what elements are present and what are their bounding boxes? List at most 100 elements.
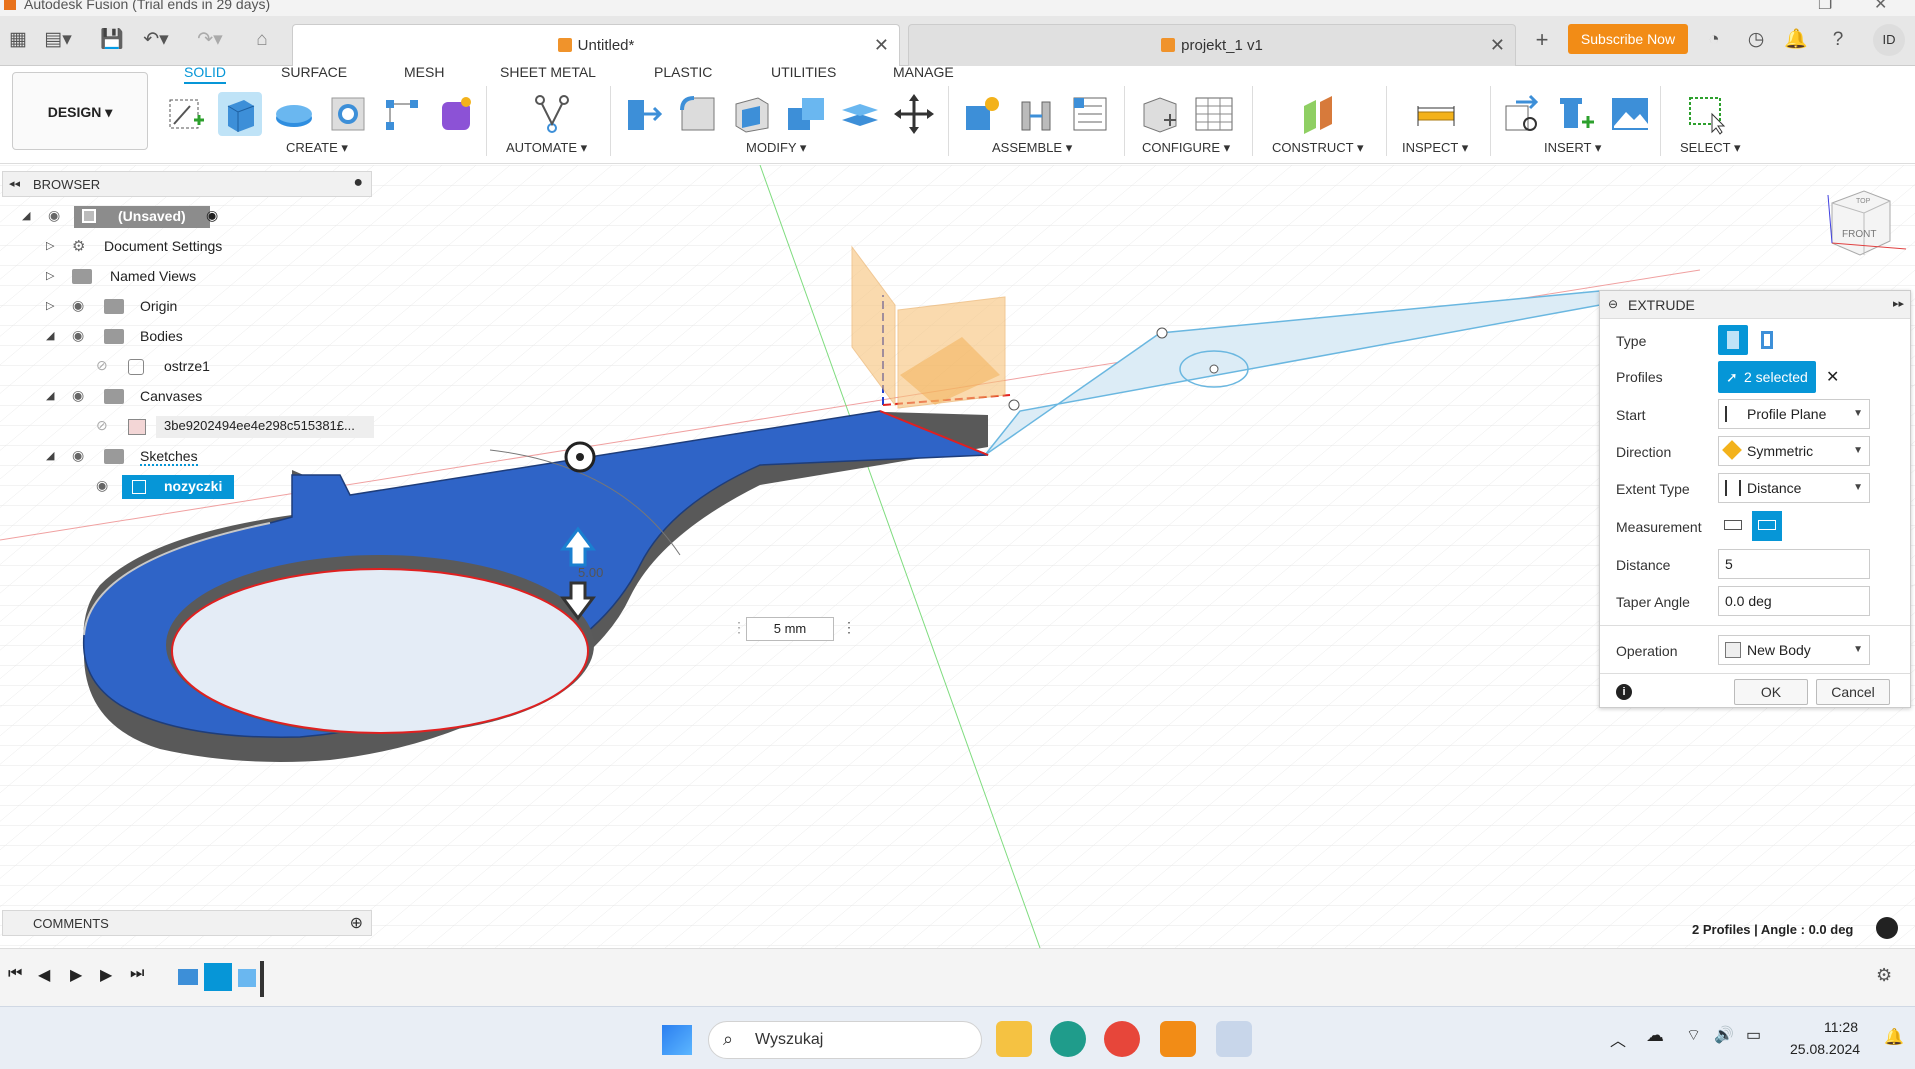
browser-header[interactable]: ◂◂ BROWSER ● [2, 171, 372, 197]
create-sketch-icon[interactable] [164, 92, 208, 136]
tab-untitled[interactable]: Untitled* ✕ [292, 24, 900, 66]
notifications-icon[interactable]: 🔔 [1782, 26, 1810, 54]
revolve-icon[interactable] [272, 92, 316, 136]
visibility-eye-icon[interactable]: ◉ [48, 207, 60, 224]
tab-mesh[interactable]: MESH [404, 64, 444, 84]
step-forward-icon[interactable]: ▶ [100, 965, 112, 985]
insert-canvas-icon[interactable] [1608, 92, 1652, 136]
combine-icon[interactable] [784, 92, 828, 136]
insert-mcmaster-icon[interactable] [1554, 92, 1598, 136]
configure-group-label[interactable]: CONFIGURE ▾ [1142, 140, 1230, 156]
press-pull-icon[interactable] [622, 92, 666, 136]
automate-icon[interactable] [530, 92, 574, 136]
play-icon[interactable]: ▶ [70, 965, 82, 985]
taskbar-search-input[interactable]: ⌕ Wyszukaj [708, 1021, 982, 1059]
type-thin-button[interactable] [1752, 325, 1782, 355]
clock-date[interactable]: 25.08.2024 [1790, 1041, 1860, 1057]
snipping-tool-icon[interactable] [1216, 1021, 1252, 1057]
browser-item-ostrze1[interactable]: ⊘ ostrze1 [0, 353, 240, 381]
measurement-option-2-button[interactable] [1752, 511, 1782, 541]
timeline-sketch-icon[interactable] [204, 963, 232, 991]
select-group-label[interactable]: SELECT ▾ [1680, 140, 1740, 156]
visibility-eye-icon[interactable]: ◉ [72, 387, 84, 404]
offset-plane-icon[interactable] [1296, 92, 1340, 136]
dialog-expand-icon[interactable]: ▸▸ [1893, 297, 1904, 310]
insert-derive-icon[interactable] [1500, 92, 1544, 136]
insert-group-label[interactable]: INSERT ▾ [1544, 140, 1601, 156]
avatar[interactable]: ID [1873, 24, 1905, 56]
tab-projekt[interactable]: projekt_1 v1 ✕ [908, 24, 1516, 66]
bill-of-materials-icon[interactable] [1068, 92, 1112, 136]
edge-icon[interactable] [1050, 1021, 1086, 1057]
comments-header[interactable]: COMMENTS ⊕ [2, 910, 372, 936]
help-icon[interactable]: ? [1824, 26, 1852, 54]
close-window-icon[interactable]: ✕ [1874, 0, 1887, 14]
go-to-start-icon[interactable]: ⏮ [8, 965, 22, 983]
expand-triangle-icon[interactable]: ▷ [46, 239, 54, 252]
viewcube-front-label[interactable]: FRONT [1842, 229, 1876, 240]
step-back-icon[interactable]: ◀ [38, 965, 50, 985]
app-grid-icon[interactable]: ▦ [4, 26, 32, 54]
timeline-settings-icon[interactable]: ⚙ [1876, 965, 1892, 986]
cancel-button[interactable]: Cancel [1816, 679, 1890, 705]
notifications-bell-icon[interactable]: 🔔 [1884, 1027, 1904, 1047]
timeline-marker[interactable] [260, 961, 264, 997]
create-group-label[interactable]: CREATE ▾ [286, 140, 348, 156]
visibility-eye-icon[interactable]: ◉ [96, 477, 108, 494]
expand-triangle-icon[interactable]: ▷ [46, 299, 54, 312]
collapse-triangle-icon[interactable]: ◢ [46, 389, 54, 402]
browser-item-document-settings[interactable]: ▷ ⚙ Document Settings [0, 233, 240, 261]
distance-dimension-input[interactable]: 5 mm [746, 617, 834, 641]
browser-pin-icon[interactable]: ● [353, 174, 363, 192]
direction-dropdown[interactable]: Symmetric ▼ [1718, 436, 1870, 466]
extrude-icon[interactable] [218, 92, 262, 136]
hidden-eye-icon[interactable]: ⊘ [96, 357, 108, 374]
collapse-triangle-icon[interactable]: ◢ [46, 449, 54, 462]
collapse-triangle-icon[interactable]: ◢ [46, 329, 54, 342]
type-solid-button[interactable] [1718, 325, 1748, 355]
offset-face-icon[interactable] [838, 92, 882, 136]
profiles-selection-button[interactable]: ➚ 2 selected [1718, 361, 1816, 393]
cloud-offline-icon[interactable]: ☁ [1646, 1025, 1664, 1046]
ok-button[interactable]: OK [1734, 679, 1808, 705]
select-icon[interactable] [1686, 92, 1730, 136]
construct-group-label[interactable]: CONSTRUCT ▾ [1272, 140, 1364, 156]
shell-icon[interactable] [730, 92, 774, 136]
automate-group-label[interactable]: AUTOMATE ▾ [506, 140, 587, 156]
new-tab-icon[interactable]: + [1528, 26, 1556, 54]
extensions-icon[interactable]: ◔ [1700, 26, 1728, 54]
battery-icon[interactable]: ▭ [1746, 1025, 1761, 1045]
volume-icon[interactable]: 🔊 [1714, 1025, 1734, 1045]
collapse-triangle-icon[interactable]: ◢ [22, 209, 30, 222]
visibility-eye-icon[interactable]: ◉ [72, 297, 84, 314]
view-cube[interactable]: TOP FRONT [1820, 185, 1910, 265]
clear-selection-icon[interactable]: ✕ [1826, 367, 1839, 387]
fusion-app-icon[interactable] [1160, 1021, 1196, 1057]
browser-item-canvases[interactable]: ◢ ◉ Canvases [0, 383, 240, 411]
add-comment-icon[interactable]: ⊕ [350, 913, 363, 933]
dimension-menu-icon[interactable]: ⋮ [842, 619, 856, 636]
taper-angle-input[interactable]: 0.0 deg [1718, 586, 1870, 616]
visibility-eye-icon[interactable]: ◉ [72, 447, 84, 464]
browser-item-sketches[interactable]: ◢ ◉ Sketches [0, 443, 240, 471]
viewcube-top-label[interactable]: TOP [1856, 198, 1871, 205]
dialog-collapse-icon[interactable]: ⊖ [1608, 297, 1618, 311]
save-icon[interactable]: 💾 [98, 26, 126, 54]
move-icon[interactable] [892, 92, 936, 136]
modify-group-label[interactable]: MODIFY ▾ [746, 140, 806, 156]
go-to-end-icon[interactable]: ⏭ [130, 965, 144, 983]
inspect-group-label[interactable]: INSPECT ▾ [1402, 140, 1468, 156]
undo-icon[interactable]: ↶▾ [142, 26, 170, 54]
browser-item-canvas-image[interactable]: ⊘ 3be9202494ee4e298c515381£... [0, 413, 376, 441]
start-dropdown[interactable]: Profile Plane ▼ [1718, 399, 1870, 429]
info-icon[interactable]: i [1616, 684, 1632, 700]
new-component-icon[interactable] [960, 92, 1004, 136]
pattern-icon[interactable] [380, 92, 424, 136]
status-toggle-icon[interactable] [1876, 917, 1898, 939]
fillet-icon[interactable] [676, 92, 720, 136]
browser-item-named-views[interactable]: ▷ Named Views [0, 263, 240, 291]
tray-chevron-icon[interactable]: ︿ [1610, 1027, 1626, 1051]
measure-icon[interactable] [1414, 92, 1458, 136]
windows-start-icon[interactable] [662, 1025, 692, 1055]
expand-triangle-icon[interactable]: ▷ [46, 269, 54, 282]
